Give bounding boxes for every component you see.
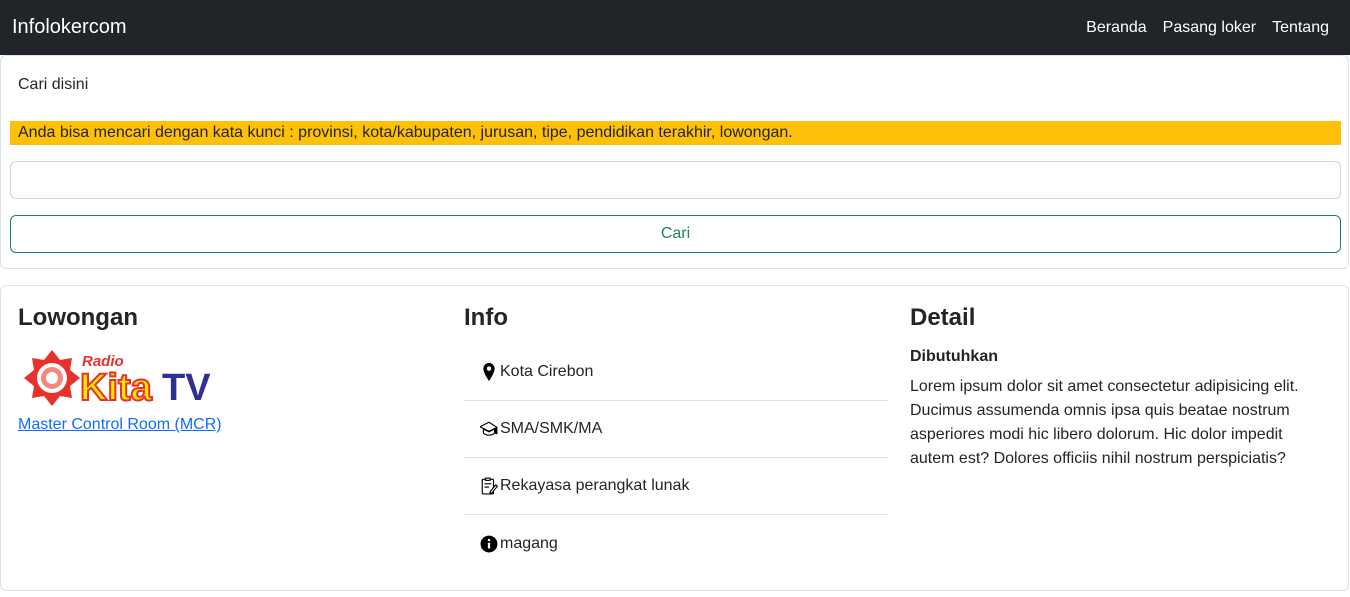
graduation-cap-icon: [480, 421, 498, 436]
search-input[interactable]: [10, 161, 1341, 199]
svg-text:TV: TV: [162, 367, 211, 409]
location-pin-icon: [483, 363, 495, 381]
info-item-label: magang: [500, 534, 558, 552]
nav-link-tentang[interactable]: Tentang: [1272, 19, 1329, 37]
nav-links: Beranda Pasang loker Tentang: [1070, 19, 1329, 37]
search-card: Cari disini Anda bisa mencari dengan kat…: [0, 55, 1349, 269]
company-logo: Radio Kita TV: [24, 350, 211, 410]
nav-link-beranda[interactable]: Beranda: [1086, 19, 1147, 37]
lowongan-heading: Lowongan: [18, 304, 138, 331]
clipboard-edit-icon: [481, 477, 498, 495]
search-title: Cari disini: [18, 76, 89, 93]
job-title-link[interactable]: Master Control Room (MCR): [18, 416, 222, 434]
detail-column: Detail Dibutuhkan Lorem ipsum dolor sit …: [910, 286, 1330, 467]
info-item-major: Rekayasa perangkat lunak: [464, 458, 888, 515]
info-item-label: Rekayasa perangkat lunak: [500, 477, 690, 494]
detail-subheading: Dibutuhkan: [910, 348, 998, 365]
info-heading: Info: [464, 304, 508, 331]
info-column: Info Kota Cirebon SMA/SMK/MA Rekayasa pe…: [464, 286, 888, 552]
job-card: Lowongan Radio Kita TV Master Control Ro…: [0, 285, 1349, 591]
lowongan-column: Lowongan Radio Kita TV Master Control Ro…: [18, 286, 448, 433]
detail-description: Lorem ipsum dolor sit amet consectetur a…: [910, 378, 1299, 467]
info-list: Kota Cirebon SMA/SMK/MA Rekayasa perangk…: [464, 344, 888, 572]
info-item-location: Kota Cirebon: [464, 344, 888, 401]
info-item-education: SMA/SMK/MA: [464, 401, 888, 458]
nav-link-pasang-loker[interactable]: Pasang loker: [1163, 19, 1256, 37]
info-item-type: magang: [464, 515, 888, 572]
brand-link[interactable]: Infolokercom: [12, 16, 127, 39]
search-button[interactable]: Cari: [10, 215, 1341, 253]
search-hint-alert: Anda bisa mencari dengan kata kunci : pr…: [10, 121, 1341, 145]
info-circle-icon: [480, 535, 498, 552]
info-item-label: Kota Cirebon: [500, 363, 594, 380]
navbar: Infolokercom Beranda Pasang loker Tentan…: [0, 0, 1350, 55]
info-item-label: SMA/SMK/MA: [500, 420, 603, 437]
detail-heading: Detail: [910, 304, 976, 331]
svg-text:Kita: Kita: [80, 367, 153, 409]
